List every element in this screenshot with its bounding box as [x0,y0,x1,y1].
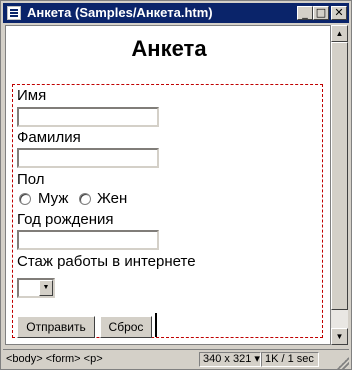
vertical-scrollbar[interactable]: ▲ ▼ [331,25,348,345]
document-view[interactable]: Анкета Имя Фамилия Пол Муж Жен Год рожде… [5,25,331,345]
gender-label: Пол [17,171,45,188]
gender-female-label: Жен [97,190,128,207]
chevron-down-icon[interactable]: ▼ [39,280,53,296]
last-name-label: Фамилия [17,129,81,146]
last-name-input[interactable] [17,148,159,168]
status-bar: <body> <form> <p> 340 x 321 ▾ 1K / 1 sec [3,349,349,369]
scrollbar-thumb[interactable] [331,42,348,310]
birth-year-label: Год рождения [17,211,114,228]
tag-selector[interactable]: <body> <form> <p> [6,353,103,365]
page-title: Анкета [131,36,207,61]
birth-year-input[interactable] [17,230,159,250]
window-size-value: 340 x 321 [203,353,252,365]
resize-grip-icon[interactable] [337,357,349,369]
minimize-button[interactable]: _ [297,6,313,20]
gender-male-label: Муж [38,190,69,207]
submit-button[interactable]: Отправить [17,316,95,338]
first-name-input[interactable] [17,107,159,127]
up-arrow-icon[interactable]: ▲ [331,25,348,42]
experience-label: Стаж работы в интернете [17,253,196,270]
close-button[interactable]: ✕ [331,6,347,20]
application-window: Анкета (Samples/Анкета.htm) _ □ ✕ Анкета… [0,0,352,370]
window-title: Анкета (Samples/Анкета.htm) [27,5,213,20]
reset-button[interactable]: Сброс [100,316,152,338]
experience-select[interactable]: ▼ [17,278,55,298]
first-name-label: Имя [17,87,47,104]
maximize-button[interactable]: □ [313,6,329,20]
document-icon [7,6,21,20]
file-size-field: 1K / 1 sec [261,352,319,367]
title-bar[interactable]: Анкета (Samples/Анкета.htm) _ □ ✕ [3,3,349,23]
gender-male-radio[interactable] [19,193,31,205]
down-arrow-icon[interactable]: ▼ [331,328,348,345]
window-size-field[interactable]: 340 x 321 ▾ [199,352,261,367]
form-container: Имя Фамилия Пол Муж Жен Год рождения Ста… [12,84,323,338]
gender-female-radio[interactable] [79,193,91,205]
text-cursor [155,313,157,337]
